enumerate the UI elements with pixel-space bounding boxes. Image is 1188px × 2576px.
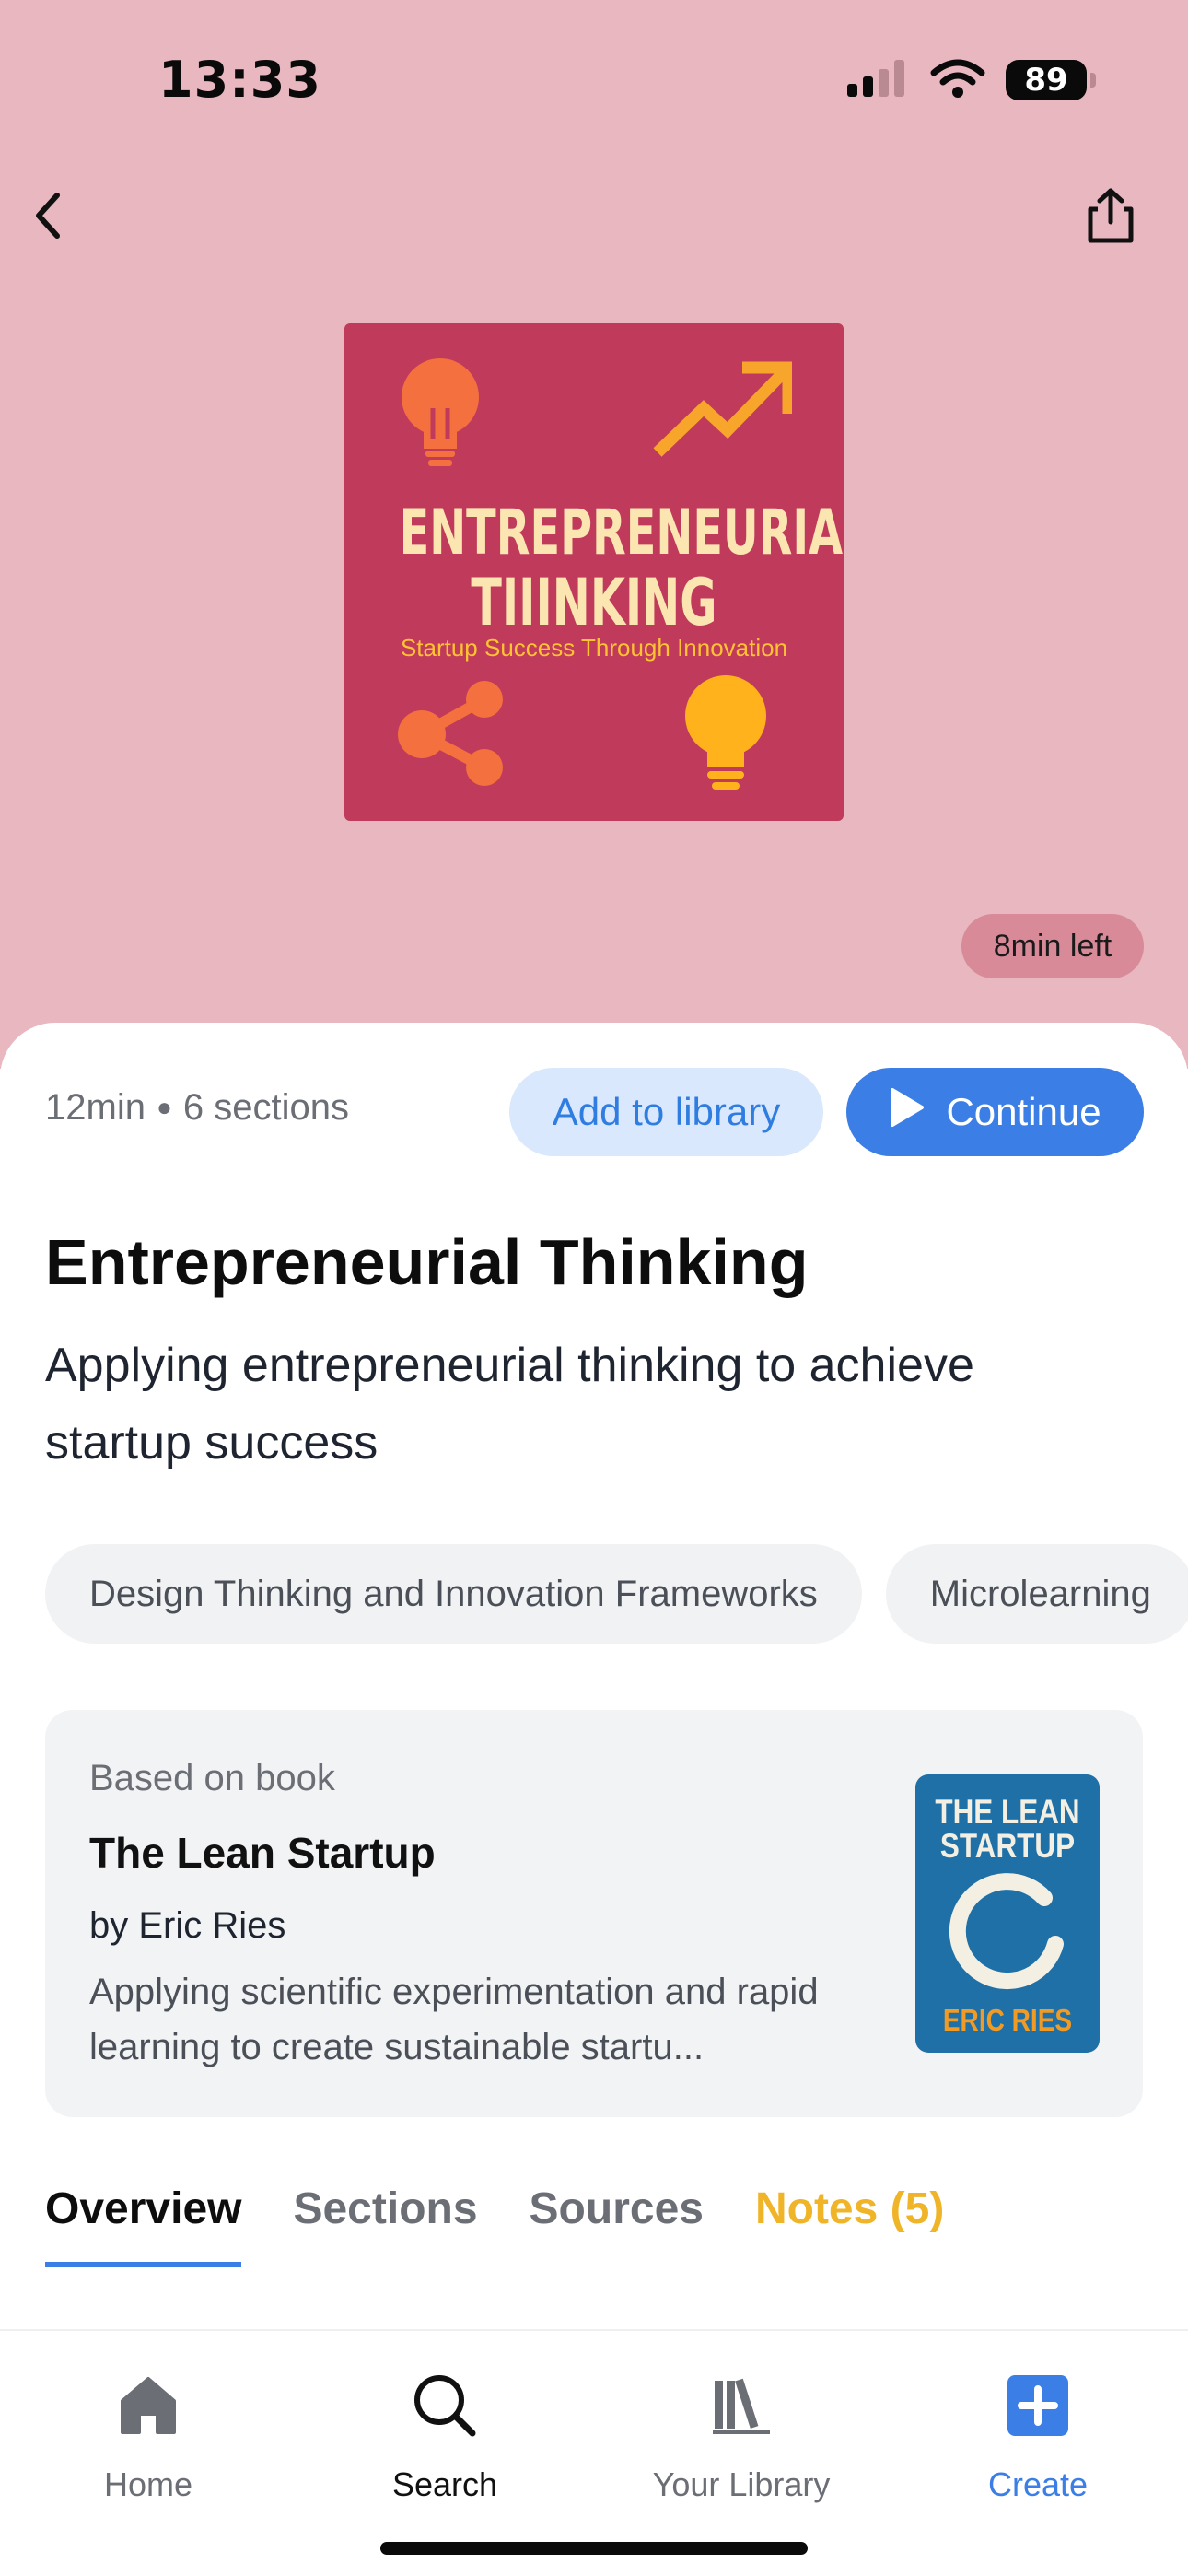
nav-your-library[interactable]: Your Library	[593, 2368, 890, 2504]
duration-text: 12min	[45, 1087, 146, 1128]
book-label: Based on book	[89, 1758, 335, 1798]
course-cover-image: ENTREPRENEURIAL TIIINKING Startup Succes…	[344, 323, 844, 821]
tab-sources[interactable]: Sources	[530, 2184, 704, 2267]
nav-your-library-label: Your Library	[652, 2465, 831, 2503]
home-icon	[119, 2375, 178, 2444]
trend-arrow-icon	[650, 360, 795, 466]
tab-overview[interactable]: Overview	[45, 2184, 242, 2267]
nav-search-label: Search	[391, 2465, 498, 2503]
book-title: The Lean Startup	[89, 1829, 436, 1877]
sections-count: 6 sections	[182, 1087, 349, 1128]
search-icon	[412, 2372, 478, 2447]
cover-title-line2: TIIINKING	[471, 565, 717, 640]
lightbulb-icon	[398, 357, 483, 477]
nav-search[interactable]: Search	[297, 2368, 593, 2504]
home-indicator	[380, 2542, 808, 2555]
cover-title-line1: ENTREPRENEURIAL	[399, 497, 844, 569]
play-icon	[889, 1086, 926, 1138]
source-book-card[interactable]: Based on book The Lean Startup by Eric R…	[45, 1710, 1143, 2117]
bottom-nav: Home Search Your Library Create	[0, 2331, 1188, 2576]
book-description: Applying scientific experimentation and …	[89, 1972, 819, 2067]
time-left-badge: 8min left	[961, 914, 1144, 978]
course-meta: 12min ● 6 sections	[45, 1087, 349, 1129]
topic-chip[interactable]: Design Thinking and Innovation Framework…	[45, 1544, 862, 1644]
tab-notes[interactable]: Notes (5)	[755, 2184, 944, 2267]
book-cover-title: THE LEAN STARTUP	[935, 1793, 1080, 1865]
continue-button[interactable]: Continue	[846, 1068, 1144, 1156]
tab-sections[interactable]: Sections	[293, 2184, 477, 2267]
nav-home-label: Home	[103, 2465, 193, 2503]
enso-circle-icon	[941, 1865, 1074, 2002]
hero-header: 13:33 89 ENTREPRENEURIAL TIIINKING Start…	[0, 0, 1188, 1069]
share-network-icon	[396, 679, 508, 792]
share-icon	[1085, 187, 1136, 249]
plus-square-icon	[1006, 2373, 1070, 2446]
book-cover-image: THE LEAN STARTUP ERIC RIES	[915, 1774, 1100, 2053]
status-time: 13:33	[158, 51, 321, 109]
content-tabs: Overview Sections Sources Notes (5)	[45, 2184, 944, 2267]
topic-chips: Design Thinking and Innovation Framework…	[45, 1544, 1188, 1644]
back-button[interactable]	[11, 181, 85, 254]
library-icon	[711, 2375, 772, 2444]
page-title: Entrepreneurial Thinking	[45, 1226, 809, 1298]
cellular-signal-icon	[845, 58, 910, 103]
book-author: by Eric Ries	[89, 1905, 286, 1946]
topic-chip[interactable]: Microlearning	[885, 1544, 1188, 1644]
cover-subtitle: Startup Success Through Innovation	[400, 634, 788, 662]
share-button[interactable]	[1074, 181, 1147, 254]
page-subtitle: Applying entrepreneurial thinking to ach…	[45, 1339, 974, 1469]
continue-label: Continue	[946, 1090, 1101, 1133]
wifi-icon	[930, 58, 985, 103]
nav-home[interactable]: Home	[0, 2368, 297, 2504]
status-icons: 89	[845, 57, 1096, 103]
add-to-library-button[interactable]: Add to library	[509, 1068, 823, 1156]
battery-indicator: 89	[1006, 60, 1096, 100]
lightbulb-icon	[681, 673, 770, 798]
nav-create-label: Create	[987, 2465, 1089, 2503]
chevron-left-icon	[29, 190, 66, 246]
nav-create[interactable]: Create	[890, 2368, 1186, 2504]
book-cover-author: ERIC RIES	[942, 2003, 1073, 2037]
separator-dot: ●	[156, 1093, 172, 1121]
